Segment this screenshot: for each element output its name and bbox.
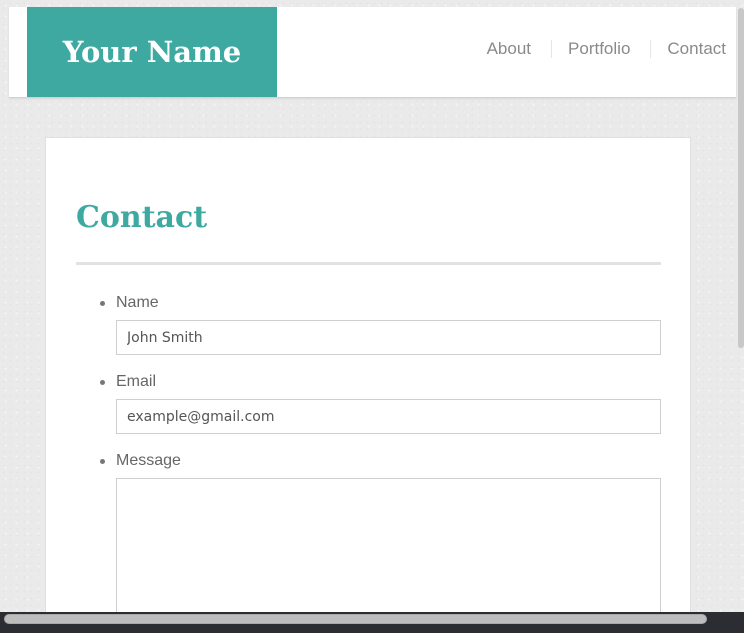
message-textarea[interactable] — [116, 478, 661, 618]
nav-link-portfolio[interactable]: Portfolio — [568, 39, 630, 59]
site-header: Your Name About Portfolio Contact — [9, 7, 736, 98]
email-label: Email — [116, 373, 157, 390]
message-field-group: Message — [100, 452, 661, 618]
contact-card: Contact Name Email Message — [45, 137, 691, 633]
horizontal-scrollbar[interactable] — [4, 614, 707, 624]
list-bullet — [100, 301, 105, 306]
main-nav: About Portfolio Contact — [487, 39, 726, 59]
name-label: Name — [116, 294, 159, 311]
nav-link-about[interactable]: About — [487, 39, 531, 59]
list-bullet — [100, 459, 105, 464]
nav-divider — [551, 40, 553, 58]
nav-link-contact[interactable]: Contact — [667, 39, 726, 59]
title-divider — [76, 262, 661, 265]
site-logo[interactable]: Your Name — [27, 7, 277, 97]
list-bullet — [100, 380, 105, 385]
message-label: Message — [116, 452, 181, 469]
name-field-group: Name — [100, 294, 661, 355]
name-input[interactable] — [116, 320, 661, 355]
nav-divider — [650, 40, 652, 58]
email-field-group: Email — [100, 373, 661, 434]
vertical-scrollbar[interactable] — [738, 8, 744, 348]
page-title: Contact — [76, 200, 208, 235]
email-input[interactable] — [116, 399, 661, 434]
